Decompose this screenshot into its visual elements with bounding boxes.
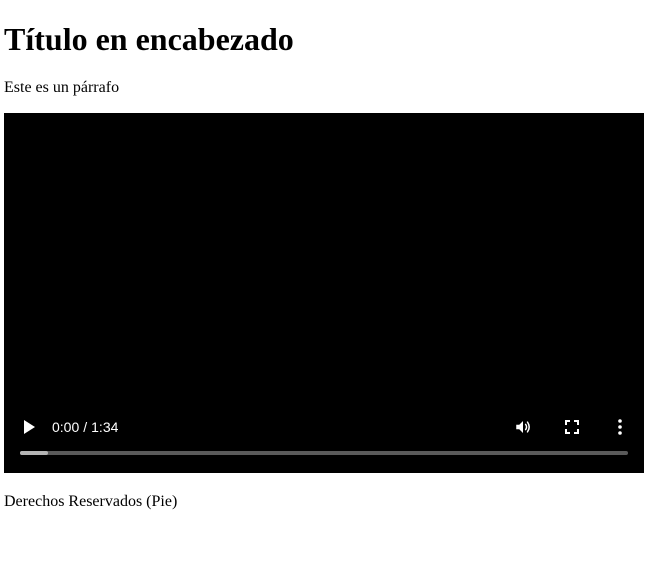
- time-display: 0:00/1:34: [52, 418, 118, 436]
- video-controls: 0:00/1:34: [4, 403, 644, 473]
- progress-buffered: [20, 451, 48, 455]
- footer-text: Derechos Reservados (Pie): [4, 493, 178, 510]
- duration: 1:34: [91, 419, 119, 435]
- volume-button[interactable]: [511, 415, 535, 439]
- more-vert-icon: [618, 419, 622, 435]
- page-title: Título en encabezado: [4, 21, 294, 57]
- intro-paragraph: Este es un párrafo: [4, 79, 120, 96]
- fullscreen-icon: [565, 420, 579, 434]
- play-icon: [22, 419, 36, 435]
- more-options-button[interactable]: [608, 415, 632, 439]
- video-player[interactable]: 0:00/1:34: [4, 113, 644, 473]
- current-time: 0:00: [52, 419, 80, 435]
- fullscreen-button[interactable]: [560, 415, 584, 439]
- play-button[interactable]: [17, 415, 41, 439]
- time-separator: /: [83, 419, 88, 435]
- video-progress-bar[interactable]: [20, 451, 628, 455]
- volume-icon: [514, 418, 532, 436]
